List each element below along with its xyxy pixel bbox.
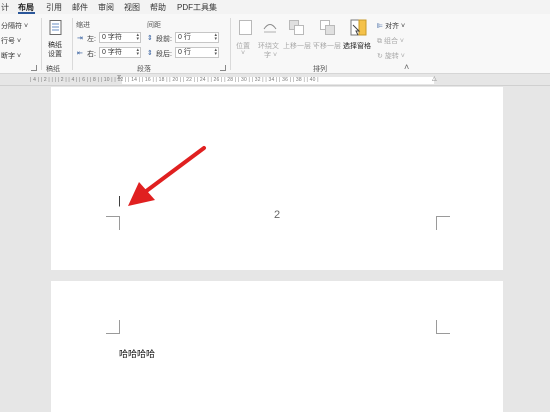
spacing-after-stepper[interactable]: 0 行 ▴ ▾ <box>175 47 219 58</box>
manuscript-settings-button[interactable]: 稿纸 设置 <box>44 18 68 62</box>
paragraph-launcher-icon[interactable] <box>220 65 226 71</box>
ruler-tick-labels: | 4 | | 2 | | | | 2 | | 4 | | 6 | | 8 | … <box>30 77 319 83</box>
group-button[interactable]: ⧉ 组合 ˅ <box>377 36 404 46</box>
arrange-group-label: 排列 <box>313 66 327 73</box>
spacing-before-value: 0 行 <box>178 34 191 41</box>
rotate-button[interactable]: ↻ 旋转 ˅ <box>377 51 405 61</box>
wrap-text-icon <box>263 24 277 33</box>
annotation-arrow-icon <box>128 146 206 206</box>
selection-pane-button[interactable]: 选择窗格 <box>343 18 375 54</box>
position-icon <box>239 20 252 35</box>
document-page[interactable]: 哈哈哈哈 <box>51 281 503 412</box>
indent-left-label: 左: <box>87 36 96 43</box>
paragraph-group-label: 段落 <box>137 66 151 73</box>
tab-design[interactable]: 计 <box>1 2 9 13</box>
spacing-after-label: 段后: <box>156 51 172 58</box>
position-dropdown-icon[interactable]: ˅ <box>241 50 245 57</box>
tab-references[interactable]: 引用 <box>46 2 62 13</box>
align-button[interactable]: ⊫ 对齐 ˅ <box>377 21 405 31</box>
indent-right-label: 右: <box>87 51 96 58</box>
margin-corner-top-right <box>436 320 450 334</box>
tab-mailings[interactable]: 邮件 <box>72 2 88 13</box>
send-backward-icon-back <box>325 25 335 35</box>
manuscript-paper-icon <box>49 20 62 35</box>
bring-forward-icon-front <box>294 25 304 35</box>
bring-forward-button[interactable]: 上移一层 ˅ <box>283 41 317 51</box>
page-number: 2 <box>274 209 281 221</box>
body-text[interactable]: 哈哈哈哈 <box>119 347 155 360</box>
group-separator <box>41 18 42 70</box>
indent-right-value: 0 字符 <box>102 49 122 56</box>
spin-arrows-icon[interactable]: ▴ ▾ <box>214 48 217 57</box>
manuscript-button-label-2: 设置 <box>48 51 62 58</box>
right-indent-marker-icon[interactable]: △ <box>432 75 437 82</box>
indent-right-icon: ⇤ <box>77 50 83 57</box>
page-setup-launcher-icon[interactable] <box>31 65 37 71</box>
ribbon: 分隔符 ˅ 行号 ˅ 断字 ˅ 稿纸 设置 稿纸 缩进 ⇥ 左: 0 字符 ▴ ▾… <box>0 14 550 74</box>
margin-corner-top-left <box>106 320 120 334</box>
ribbon-tab-bar: 计 布局 引用 邮件 审阅 视图 帮助 PDF工具集 <box>0 0 550 14</box>
left-indent-marker-icon[interactable]: ⧖ <box>117 75 121 82</box>
spacing-before-stepper[interactable]: 0 行 ▴ ▾ <box>175 32 219 43</box>
tab-help[interactable]: 帮助 <box>150 2 166 13</box>
spin-arrows-icon[interactable]: ▴ ▾ <box>214 33 217 42</box>
spacing-before-label: 段前: <box>156 36 172 43</box>
indent-left-value: 0 字符 <box>102 34 122 41</box>
selection-pane-icon <box>350 19 367 36</box>
spin-arrows-icon[interactable]: ▴ ▾ <box>136 48 139 57</box>
tab-view[interactable]: 视图 <box>124 2 140 13</box>
breaks-button[interactable]: 分隔符 ˅ <box>1 21 28 31</box>
line-numbers-button[interactable]: 行号 ˅ <box>1 36 21 46</box>
indent-right-stepper[interactable]: 0 字符 ▴ ▾ <box>99 47 141 58</box>
manuscript-group-label: 稿纸 <box>46 66 60 73</box>
group-separator <box>230 18 231 70</box>
wrap-text-button-line2: 字 ˅ <box>264 52 278 59</box>
spacing-after-value: 0 行 <box>178 49 191 56</box>
spacing-after-icon: ⇕ <box>147 50 153 57</box>
spin-arrows-icon[interactable]: ▴ ▾ <box>136 33 139 42</box>
group-separator <box>72 18 73 70</box>
tab-pdf-tools[interactable]: PDF工具集 <box>177 2 217 13</box>
send-backward-button[interactable]: 下移一层 ˅ <box>313 41 347 51</box>
selection-pane-label: 选择窗格 <box>343 43 371 50</box>
collapse-ribbon-icon[interactable]: ˄ <box>404 62 409 72</box>
spacing-header: 间距 <box>147 22 161 29</box>
tab-review[interactable]: 审阅 <box>98 2 114 13</box>
indent-header: 缩进 <box>76 22 90 29</box>
hyphenation-button[interactable]: 断字 ˅ <box>1 51 21 61</box>
indent-left-icon: ⇥ <box>77 35 83 42</box>
horizontal-ruler[interactable]: | 4 | | 2 | | | | 2 | | 4 | | 6 | | 8 | … <box>0 75 550 86</box>
indent-left-stepper[interactable]: 0 字符 ▴ ▾ <box>99 32 141 43</box>
spacing-before-icon: ⇕ <box>147 35 153 42</box>
margin-corner-bottom-right <box>436 216 450 230</box>
